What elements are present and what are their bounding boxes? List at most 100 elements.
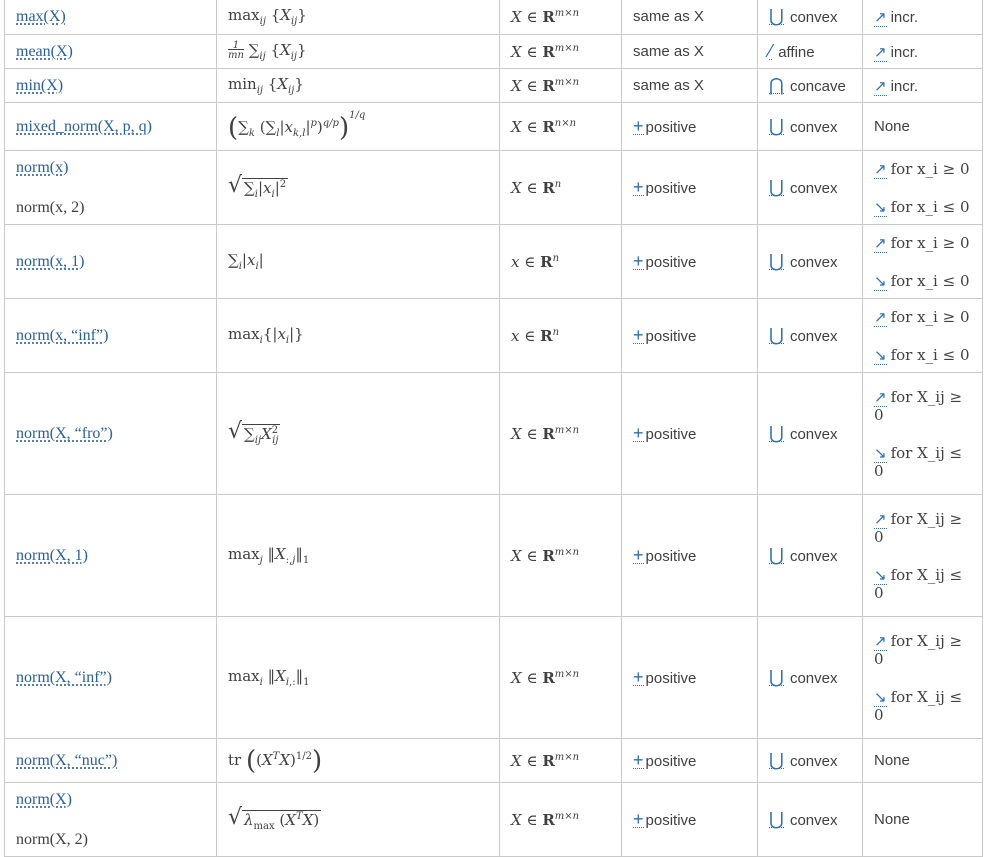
monotonicity-cell: ↗ for X_ij ≥ 0 ↘ for X_ij ≤ 0 [862,616,983,739]
meaning-cell: ∑i|xi| [216,224,500,299]
arrow-up-right-icon: ↗ [874,510,887,529]
function-link[interactable]: norm(X, “nuc”) [16,752,117,769]
plus-icon: + [633,324,644,345]
cup-icon: ⋃ [769,324,784,345]
table-row: mixed_norm(X, p, q) (∑k (∑l|xk,l|p)q/p)1… [4,102,983,151]
meaning-cell: maxj ‖X:,j‖1 [216,494,500,617]
table-row: mean(X) 1 mn ∑ij {Xij} X ∈ Rm×n same as X… [4,34,983,69]
domain-cell: X ∈ Rm×n [499,34,622,69]
sign-cell: + positive [621,782,758,857]
arrow-down-right-icon: ↘ [874,346,887,365]
table-row: norm(X, “nuc”) tr ((XTX)1/2) X ∈ Rm×n + p… [4,738,983,783]
sign-cell: same as X [621,0,758,35]
cup-icon: ⋃ [769,808,784,829]
meaning-cell: maxij {Xij} [216,0,500,35]
monotonicity-cell: ↗ for x_i ≥ 0 ↘ for x_i ≤ 0 [862,224,983,299]
function-link[interactable]: norm(X, 1) [16,547,88,564]
function-link[interactable]: norm(x) [16,159,205,177]
function-cell: norm(x) norm(x, 2) [4,150,217,225]
curvature-cell: ⋃ convex [757,494,863,617]
curvature-cell: ⋃ convex [757,616,863,739]
plus-icon: + [633,749,644,770]
function-alias: norm(X, 2) [16,830,88,848]
function-cell: max(X) [4,0,217,35]
plus-icon: + [633,544,644,565]
table-row: min(X) minij {Xij} X ∈ Rm×n same as X ⋂ … [4,68,983,103]
monotonicity-cell: None [862,102,983,151]
sign-cell: + positive [621,494,758,617]
meaning-cell: maxi ‖Xi,:‖1 [216,616,500,739]
meaning-cell: (∑k (∑l|xk,l|p)q/p)1/q [216,102,500,151]
domain-cell: X ∈ Rm×n [499,782,622,857]
cup-icon: ⋃ [769,115,784,136]
monotonicity-cell: ↗ for x_i ≥ 0 ↘ for x_i ≤ 0 [862,150,983,225]
arrow-down-right-icon: ↘ [874,272,887,291]
meaning-cell: 1 mn ∑ij {Xij} [216,34,500,69]
curvature-cell: ⋃ convex [757,102,863,151]
monotonicity-cell: ↗ incr. [862,34,983,69]
monotonicity-cell: ↗ for x_i ≥ 0 ↘ for x_i ≤ 0 [862,298,983,373]
cap-icon: ⋂ [769,74,784,95]
sign-cell: + positive [621,616,758,739]
arrow-down-right-icon: ↘ [874,198,887,217]
function-link[interactable]: norm(X, “fro”) [16,425,113,442]
meaning-cell: minij {Xij} [216,68,500,103]
monotonicity-cell: ↗ for X_ij ≥ 0 ↘ for X_ij ≤ 0 [862,372,983,495]
meaning-cell: tr ((XTX)1/2) [216,738,500,783]
curvature-cell: ⋃ convex [757,150,863,225]
table-row: norm(x, “inf”) maxi{|xi|} x ∈ Rn + positi… [4,298,983,373]
arrow-up-right-icon: ↗ [874,8,887,27]
function-link[interactable]: norm(X, “inf”) [16,669,112,686]
meaning-cell: maxi{|xi|} [216,298,500,373]
function-link[interactable]: norm(X) [16,791,205,809]
function-link[interactable]: min(X) [16,77,63,94]
plus-icon: + [633,250,644,271]
table-row: norm(X) norm(X, 2) √ λmax (XTX) X ∈ Rm×n +… [4,782,983,857]
arrow-down-right-icon: ↘ [874,566,887,585]
cup-icon: ⋃ [769,176,784,197]
curvature-cell: ⋃ convex [757,224,863,299]
plus-icon: + [633,115,644,136]
plus-icon: + [633,666,644,687]
curvature-cell: ⁄ affine [757,34,863,69]
function-link[interactable]: mixed_norm(X, p, q) [16,118,152,135]
domain-cell: X ∈ Rm×n [499,494,622,617]
arrow-up-right-icon: ↗ [874,632,887,651]
arrow-up-right-icon: ↗ [874,234,887,253]
cup-icon: ⋃ [769,250,784,271]
domain-cell: x ∈ Rn [499,298,622,373]
function-link[interactable]: norm(x, 1) [16,253,84,270]
arrow-down-right-icon: ↘ [874,444,887,463]
function-link[interactable]: norm(x, “inf”) [16,327,108,344]
arrow-up-right-icon: ↗ [874,160,887,179]
domain-cell: X ∈ Rn×n [499,102,622,151]
meaning-cell: √ ∑ijX2ij [216,372,500,495]
arrow-down-right-icon: ↘ [874,688,887,707]
cup-icon: ⋃ [769,544,784,565]
sign-cell: same as X [621,34,758,69]
arrow-up-right-icon: ↗ [874,77,887,96]
table-row: max(X) maxij {Xij} X ∈ Rm×n same as X ⋃ … [4,0,983,35]
domain-cell: x ∈ Rn [499,224,622,299]
curvature-cell: ⋃ convex [757,782,863,857]
table-row: norm(x, 1) ∑i|xi| x ∈ Rn + positive ⋃ con… [4,224,983,299]
functions-table: max(X) maxij {Xij} X ∈ Rm×n same as X ⋃ … [4,0,983,857]
monotonicity-cell: ↗ for X_ij ≥ 0 ↘ for X_ij ≤ 0 [862,494,983,617]
domain-cell: X ∈ Rm×n [499,738,622,783]
plus-icon: + [633,176,644,197]
domain-cell: X ∈ Rm×n [499,0,622,35]
cup-icon: ⋃ [769,666,784,687]
curvature-cell: ⋃ convex [757,372,863,495]
curvature-cell: ⋂ concave [757,68,863,103]
monotonicity-cell: ↗ incr. [862,68,983,103]
function-link[interactable]: mean(X) [16,43,73,60]
meaning-cell: √ λmax (XTX) [216,782,500,857]
curvature-cell: ⋃ convex [757,738,863,783]
sign-cell: same as X [621,68,758,103]
monotonicity-cell: ↗ incr. [862,0,983,35]
function-cell: norm(X) norm(X, 2) [4,782,217,857]
function-link[interactable]: max(X) [16,8,66,25]
meaning-cell: √ ∑i|xi|2 [216,150,500,225]
monotonicity-cell: None [862,782,983,857]
plus-icon: + [633,422,644,443]
